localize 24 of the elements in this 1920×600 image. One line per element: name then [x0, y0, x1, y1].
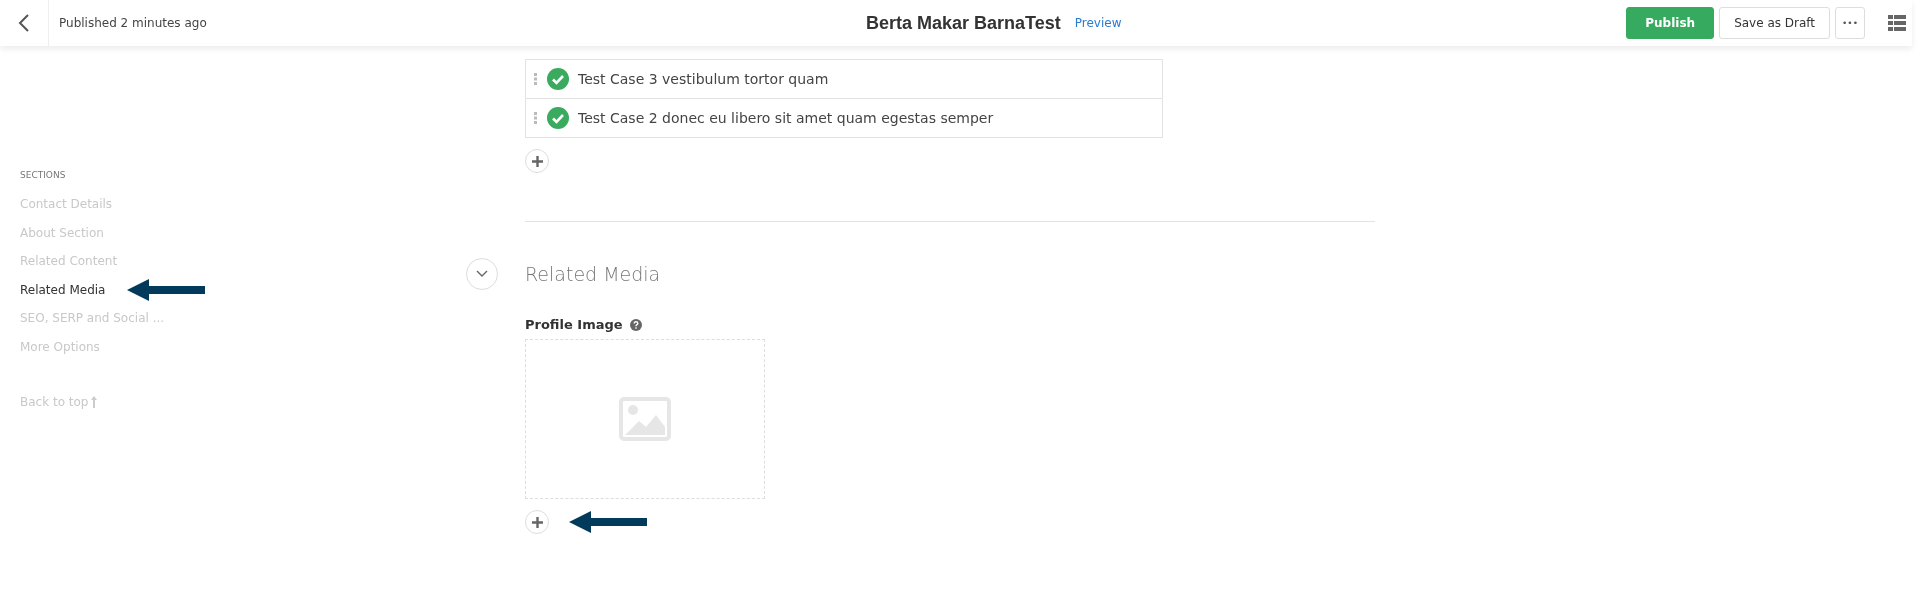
sections-heading: SECTIONS	[20, 170, 67, 180]
add-button[interactable]	[525, 149, 549, 173]
image-placeholder-icon	[619, 397, 671, 441]
case-title[interactable]: Test Case 2 donec eu libero sit amet quam egestas semper	[578, 110, 994, 126]
more-button[interactable]: •••	[1835, 7, 1865, 39]
add-button[interactable]	[525, 510, 549, 534]
drag-handle-icon[interactable]	[534, 112, 538, 124]
plus-icon	[531, 155, 543, 167]
publish-status: Published 2 minutes ago	[59, 16, 207, 30]
back-icon	[18, 14, 30, 32]
field-label: Profile Image	[525, 317, 623, 332]
chevron-down-icon	[476, 270, 488, 278]
preview-link[interactable]: Preview	[1074, 16, 1122, 30]
help-icon[interactable]	[629, 318, 642, 331]
case-title[interactable]: Test Case 3 vestibulum tortor quam	[578, 71, 829, 87]
plus-icon	[531, 516, 543, 528]
draft-button[interactable]: Save as Draft	[1719, 7, 1831, 39]
page-title: Berta Makar BarnaTest	[866, 12, 1061, 34]
section-link[interactable]: Related Media	[20, 282, 106, 297]
section-heading: Related Media	[525, 263, 661, 285]
drag-handle-icon[interactable]	[534, 73, 538, 85]
list-view-icon[interactable]	[1888, 15, 1906, 31]
up-arrow-icon	[91, 396, 98, 408]
publish-button[interactable]: Publish	[1626, 7, 1715, 39]
